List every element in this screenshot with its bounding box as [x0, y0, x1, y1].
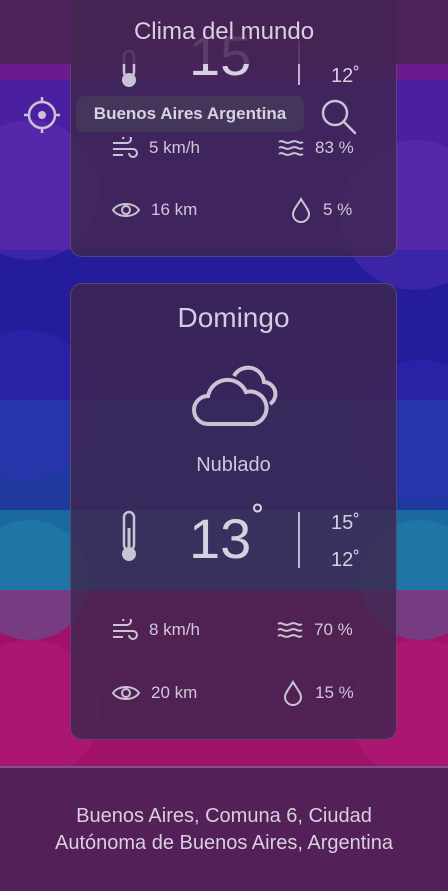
- humidity-value: 83 %: [315, 138, 354, 157]
- low-temp: 12˚: [331, 65, 360, 87]
- wind-value: 8 km/h: [149, 620, 201, 639]
- app-title: Clima del mundo: [133, 18, 315, 45]
- location-footer: Buenos Aires, Comuna 6, Ciudad Autónoma …: [0, 766, 448, 891]
- thermometer-icon: [122, 510, 136, 561]
- waves-icon: [278, 140, 304, 156]
- search-input[interactable]: Buenos Aires Argentina: [76, 96, 304, 132]
- visibility-value: 16 km: [151, 200, 198, 219]
- precip-value: 5 %: [323, 200, 353, 219]
- waves-icon: [277, 622, 303, 638]
- wind-value: 5 km/h: [149, 138, 201, 157]
- humidity-stat: 70 %: [276, 619, 353, 641]
- eye-icon: [111, 686, 141, 700]
- location-text: Buenos Aires, Comuna 6, Ciudad Autónoma …: [54, 804, 393, 854]
- day-label: Domingo: [177, 302, 290, 333]
- precip-stat: 5 %: [289, 197, 352, 223]
- precip-stat: 15 %: [281, 680, 354, 706]
- wind-icon: [113, 619, 138, 640]
- temp-separator: [298, 512, 300, 568]
- cloud-icon: [192, 365, 278, 426]
- humidity-stat: 83 %: [277, 137, 354, 159]
- degree-symbol: ˚: [249, 502, 266, 542]
- crosshair-target-icon[interactable]: [22, 95, 62, 135]
- visibility-value: 20 km: [151, 683, 198, 702]
- precip-value: 15 %: [315, 683, 354, 702]
- current-temp: 13: [189, 507, 252, 570]
- drop-icon: [291, 197, 311, 223]
- visibility-stat: 20 km: [111, 682, 197, 704]
- eye-icon: [111, 203, 141, 217]
- weather-card-domingo: Domingo Nublado 13 ˚ 15˚ 12˚ 8 km/h 70 %…: [70, 283, 397, 740]
- condition-label: Nublado: [196, 454, 271, 476]
- wind-icon: [113, 137, 138, 158]
- high-temp: 15˚: [331, 512, 360, 534]
- magnifier-icon[interactable]: [318, 96, 358, 136]
- drop-icon: [283, 680, 303, 706]
- low-temp: 12˚: [331, 549, 360, 571]
- search-input-value: Buenos Aires Argentina: [93, 104, 287, 123]
- wind-stat: 8 km/h: [111, 619, 200, 641]
- visibility-stat: 16 km: [111, 199, 197, 221]
- wind-stat: 5 km/h: [111, 137, 200, 159]
- app-header: Clima del mundo: [0, 0, 448, 64]
- humidity-value: 70 %: [314, 620, 353, 639]
